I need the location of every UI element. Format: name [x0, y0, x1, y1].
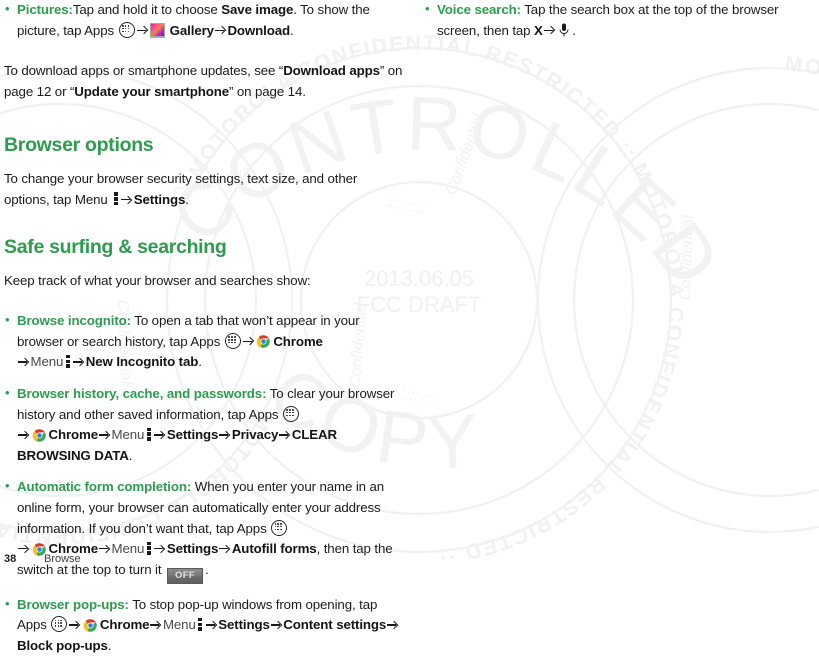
- arrow-icon: [219, 544, 230, 553]
- term-settings: Settings: [166, 427, 219, 443]
- term-block-popups: Block pop-ups: [17, 637, 108, 653]
- term-content-settings: Content settings: [283, 617, 387, 633]
- chrome-icon: [32, 428, 47, 443]
- arrow-icon: [18, 357, 29, 366]
- term-chrome: Chrome: [273, 333, 323, 349]
- bullet-lead-browser-popups: Browser pop-ups:: [17, 596, 129, 612]
- arrow-icon: [99, 544, 110, 553]
- bullet-lead-voice-search: Voice search:: [437, 2, 521, 17]
- text-run: .: [198, 354, 202, 370]
- text-run: .: [128, 447, 133, 463]
- page-content: Pictures:Tap and hold it to choose Save …: [0, 0, 819, 653]
- arrow-icon: [150, 620, 161, 629]
- menu-icon: [146, 427, 151, 441]
- text-run: ” on page 14.: [229, 83, 306, 99]
- arrow-icon: [154, 430, 165, 439]
- term-settings: Settings: [218, 617, 270, 633]
- off-switch[interactable]: OFF: [167, 567, 204, 584]
- term-save-image: Save image: [221, 2, 294, 17]
- arrow-icon: [99, 430, 110, 439]
- download-apps-paragraph: To download apps or smartphone updates, …: [4, 61, 404, 102]
- menu-icon: [198, 617, 203, 631]
- arrow-icon: [543, 26, 555, 35]
- arrow-icon: [73, 357, 84, 366]
- bullet-lead-browse-incognito: Browse incognito:: [17, 313, 131, 329]
- term-settings: Settings: [166, 541, 219, 557]
- text-run: .: [107, 637, 112, 653]
- bullet-browse-incognito: Browse incognito: To open a tab that won…: [4, 310, 404, 373]
- menu-icon: [113, 192, 118, 206]
- gallery-icon: [150, 22, 166, 38]
- term-download-apps: Download apps: [283, 63, 380, 79]
- running-head: Browse: [44, 553, 81, 565]
- apps-icon: [118, 21, 135, 38]
- text-run: .: [205, 561, 209, 577]
- apps-icon: [271, 519, 288, 536]
- text-run: To download apps or smartphone updates, …: [4, 63, 284, 79]
- bullet-lead-browser-history: Browser history, cache, and passwords:: [17, 385, 267, 401]
- arrow-icon: [18, 430, 29, 439]
- bullet-pictures: Pictures:Tap and hold it to choose Save …: [4, 0, 404, 41]
- arrow-icon: [121, 195, 132, 204]
- term-chrome: Chrome: [48, 427, 99, 443]
- arrow-icon: [154, 544, 165, 553]
- page-number: 38: [4, 553, 17, 565]
- chrome-icon: [256, 334, 271, 349]
- heading-browser-options: Browser options: [4, 134, 154, 157]
- term-chrome: Chrome: [99, 617, 150, 633]
- menu-icon: [146, 541, 151, 555]
- label-menu: Menu: [111, 427, 145, 443]
- page-footer: 38 Browse: [4, 553, 81, 565]
- term-privacy: Privacy: [231, 427, 279, 443]
- term-x: X: [534, 22, 543, 38]
- term-gallery: Gallery: [169, 22, 214, 38]
- term-new-incognito-tab: New Incognito tab: [85, 354, 199, 370]
- bullet-browser-history: Browser history, cache, and passwords: T…: [4, 383, 404, 466]
- text-run: Tap and hold it to choose: [72, 2, 222, 17]
- bullet-voice-search: Voice search: Tap the search box at the …: [424, 0, 816, 41]
- arrow-icon: [214, 26, 226, 35]
- label-menu: Menu: [30, 354, 64, 370]
- term-update-smartphone: Update your smartphone: [74, 83, 229, 99]
- bullet-lead-pictures: Pictures:: [17, 2, 73, 17]
- arrow-icon: [387, 620, 398, 629]
- term-autofill-forms: Autofill forms: [231, 541, 317, 557]
- apps-icon: [283, 405, 300, 422]
- safe-surfing-intro: Keep track of what your browser and sear…: [4, 272, 311, 288]
- bullet-lead-automatic-form: Automatic form completion:: [17, 479, 192, 495]
- text-run: .: [185, 191, 189, 207]
- label-menu: Menu: [162, 617, 196, 633]
- bullet-automatic-form-completion: Automatic form completion: When you ente…: [4, 476, 404, 584]
- browser-options-paragraph: To change your browser security settings…: [4, 169, 404, 210]
- apps-icon: [51, 616, 68, 633]
- arrow-icon: [136, 26, 148, 35]
- arrow-icon: [242, 337, 254, 346]
- chrome-icon: [83, 618, 98, 633]
- arrow-icon: [219, 430, 230, 439]
- text-run: .: [572, 22, 576, 38]
- left-column: Pictures:Tap and hold it to choose Save …: [4, 0, 404, 667]
- term-download: Download: [227, 22, 291, 38]
- right-column: Voice search: Tap the search box at the …: [424, 0, 816, 52]
- arrow-icon: [69, 620, 80, 629]
- heading-safe-surfing: Safe surfing & searching: [4, 235, 227, 258]
- apps-icon: [224, 332, 241, 349]
- term-settings: Settings: [133, 191, 186, 207]
- label-menu: Menu: [111, 541, 145, 557]
- arrow-icon: [18, 544, 29, 553]
- text-run: .: [290, 22, 294, 38]
- microphone-icon: [558, 23, 570, 38]
- pictures-bullet-list: Pictures:Tap and hold it to choose Save …: [4, 0, 404, 41]
- safe-surfing-bullet-list: Browse incognito: To open a tab that won…: [4, 310, 404, 657]
- arrow-icon: [205, 620, 217, 629]
- bullet-browser-popups: Browser pop-ups: To stop pop-up windows …: [4, 594, 404, 657]
- menu-icon: [65, 354, 70, 368]
- arrow-icon: [270, 620, 282, 629]
- right-bullet-list: Voice search: Tap the search box at the …: [424, 0, 816, 41]
- arrow-icon: [279, 430, 290, 439]
